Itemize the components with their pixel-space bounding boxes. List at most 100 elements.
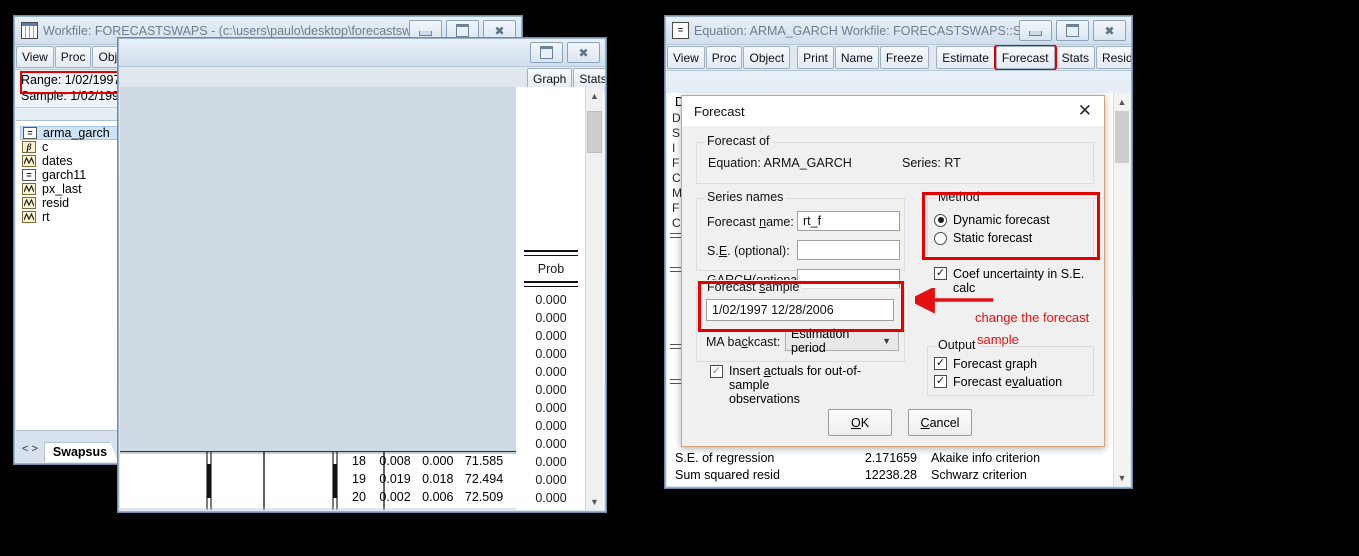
minimize-button[interactable] (1019, 20, 1052, 41)
forecast-name-label: Forecast name: (707, 215, 794, 229)
equation-titlebar[interactable]: = Equation: ARMA_GARCH Workfile: FORECAS… (666, 17, 1131, 45)
close-icon[interactable]: ✕ (1074, 102, 1096, 120)
forecast-graph-checkbox[interactable]: ✓ Forecast graph (934, 357, 1037, 371)
checkbox-checked: ✓ (934, 357, 947, 370)
insert-actuals-label-line2: observations (729, 392, 800, 406)
correlogram-titlebar[interactable]: ✖ (119, 39, 605, 67)
freeze-button[interactable]: Freeze (879, 46, 930, 69)
lag-value: 18 (352, 454, 366, 468)
prob-value: 0.000 (535, 455, 567, 469)
series-icon (22, 183, 36, 195)
prob-value: 0.000 (535, 491, 567, 505)
forecast-evaluation-checkbox[interactable]: ✓ Forecast evaluation (934, 375, 1062, 389)
object-label: rt (42, 210, 50, 224)
stat-label: S.E. of regression (675, 451, 775, 465)
correlogram-scrollbar[interactable]: ▲ ▼ (585, 87, 603, 510)
maximize-button[interactable] (1056, 20, 1089, 41)
close-button[interactable]: ✖ (567, 42, 600, 63)
estimate-button[interactable]: Estimate (936, 46, 995, 69)
equation-toolbar[interactable]: View Proc Object Print Name Freeze Estim… (666, 45, 1131, 71)
pac-value: 0.000 (422, 454, 454, 468)
prob-value: 0.000 (535, 383, 567, 397)
prob-value: 0.000 (518, 507, 584, 510)
name-button[interactable]: Name (834, 46, 879, 69)
stat-row: Sum squared resid 12238.28 Schwarz crite… (667, 467, 1130, 483)
correlogram-window-buttons[interactable]: ✖ (530, 42, 602, 63)
stat-label-2: Akaike info criterion (931, 451, 1041, 465)
radio-dynamic-forecast[interactable]: Dynamic forecast (934, 213, 1050, 227)
print-button[interactable]: Print (797, 46, 834, 69)
q-stat-value: 71.585 (464, 454, 504, 468)
checkbox-checked: ✓ (710, 365, 723, 378)
correlogram-window[interactable]: ✖ Graph Stats I 18 0. (118, 38, 606, 512)
forecast-dialog[interactable]: Forecast ✕ Forecast of Equation: ARMA_GA… (681, 95, 1105, 447)
radio-dot-selected (934, 213, 947, 227)
radio-label: Dynamic forecast (953, 213, 1050, 227)
radio-label: Static forecast (953, 231, 1033, 245)
forecast-of-caption: Forecast of (704, 134, 773, 148)
checkbox-checked: ✓ (934, 375, 947, 388)
series-icon (22, 155, 36, 167)
forecast-dialog-titlebar[interactable]: Forecast ✕ (682, 96, 1104, 127)
correlogram-body: 18 0.008 0.000 71.585 19 0.019 0.018 72.… (120, 87, 604, 510)
series-icon (22, 211, 36, 223)
equation-icon: = (672, 22, 689, 39)
series-names-caption: Series names (704, 190, 787, 204)
garch-input[interactable] (797, 269, 900, 289)
stats-button[interactable]: Stats (1055, 46, 1095, 69)
scroll-up-icon[interactable]: ▲ (1114, 93, 1130, 110)
method-caption: Method (935, 190, 983, 204)
prob-value: 0.000 (535, 473, 567, 487)
prob-value: 0.000 (535, 293, 567, 307)
proc-button[interactable]: Proc (705, 46, 743, 69)
forecast-name-input[interactable]: rt_f (797, 211, 900, 231)
proc-button[interactable]: Proc (54, 46, 92, 68)
view-button[interactable]: View (16, 46, 54, 68)
tab-nav-arrows[interactable]: < > (20, 443, 44, 462)
close-button[interactable]: ✖ (1093, 20, 1126, 41)
view-button[interactable]: View (667, 46, 705, 69)
object-label: resid (42, 196, 70, 210)
prob-value: 0.000 (535, 329, 567, 343)
prob-column: Prob 0.000 0.000 0.000 0.000 0.000 0.000 0.000 0… (518, 87, 584, 510)
pac-value: 0.006 (422, 490, 454, 504)
page-tab-swapsus[interactable]: Swapsus (44, 442, 118, 462)
forecast-dialog-title: Forecast (694, 103, 745, 119)
prob-value: 0.000 (535, 401, 567, 415)
scroll-up-icon[interactable]: ▲ (586, 87, 603, 104)
series-icon (22, 197, 36, 209)
object-label: arma_garch (43, 126, 110, 140)
scrollbar-thumb[interactable] (587, 111, 602, 153)
object-button[interactable]: Object (743, 46, 791, 69)
stat-label: Sum squared resid (675, 468, 780, 482)
equation-scrollbar[interactable]: ▲ ▼ (1113, 93, 1130, 486)
forecast-annotation-line-2: sample (977, 332, 1019, 347)
forecast-sample-input[interactable]: 1/02/1997 12/28/2006 (706, 299, 894, 321)
resids-button[interactable]: Resids (1095, 46, 1131, 69)
radio-dot (934, 231, 947, 245)
ok-button[interactable]: OK (828, 409, 892, 436)
insert-actuals-checkbox[interactable]: ✓ Insert actuals for out-of-sample obser… (710, 364, 895, 406)
forecast-button[interactable]: Forecast (993, 45, 1057, 70)
checkbox-label: Forecast evaluation (953, 375, 1063, 389)
method-group: Method (927, 190, 1094, 260)
scroll-down-icon[interactable]: ▼ (1114, 469, 1130, 486)
forecast-name-value: rt_f (803, 214, 822, 228)
scroll-down-icon[interactable]: ▼ (586, 493, 603, 510)
stat-row: S.E. of regression 2.171659 Akaike info … (667, 450, 1130, 466)
equation-title: Equation: ARMA_GARCH Workfile: FORECASTS… (694, 23, 1019, 38)
equation-window-buttons[interactable]: ✖ (1019, 20, 1128, 41)
radio-static-forecast[interactable]: Static forecast (934, 231, 1032, 245)
series-names-group: Series names (696, 190, 905, 271)
ma-backcast-select[interactable]: Estimation period ▼ (785, 327, 899, 355)
ma-backcast-value: Estimation period (791, 326, 850, 355)
prob-value: 0.000 (535, 365, 567, 379)
maximize-button[interactable] (530, 42, 563, 63)
workfile-title: Workfile: FORECASTSWAPS - (c:\users\paul… (43, 23, 409, 38)
scrollbar-thumb[interactable] (1115, 111, 1129, 163)
cancel-button[interactable]: Cancel (908, 409, 972, 436)
q-stat-value: 72.509 (464, 490, 504, 504)
pac-value: 0.018 (422, 472, 454, 486)
se-input[interactable] (797, 240, 900, 260)
cancel-label: Cancel (920, 415, 960, 430)
